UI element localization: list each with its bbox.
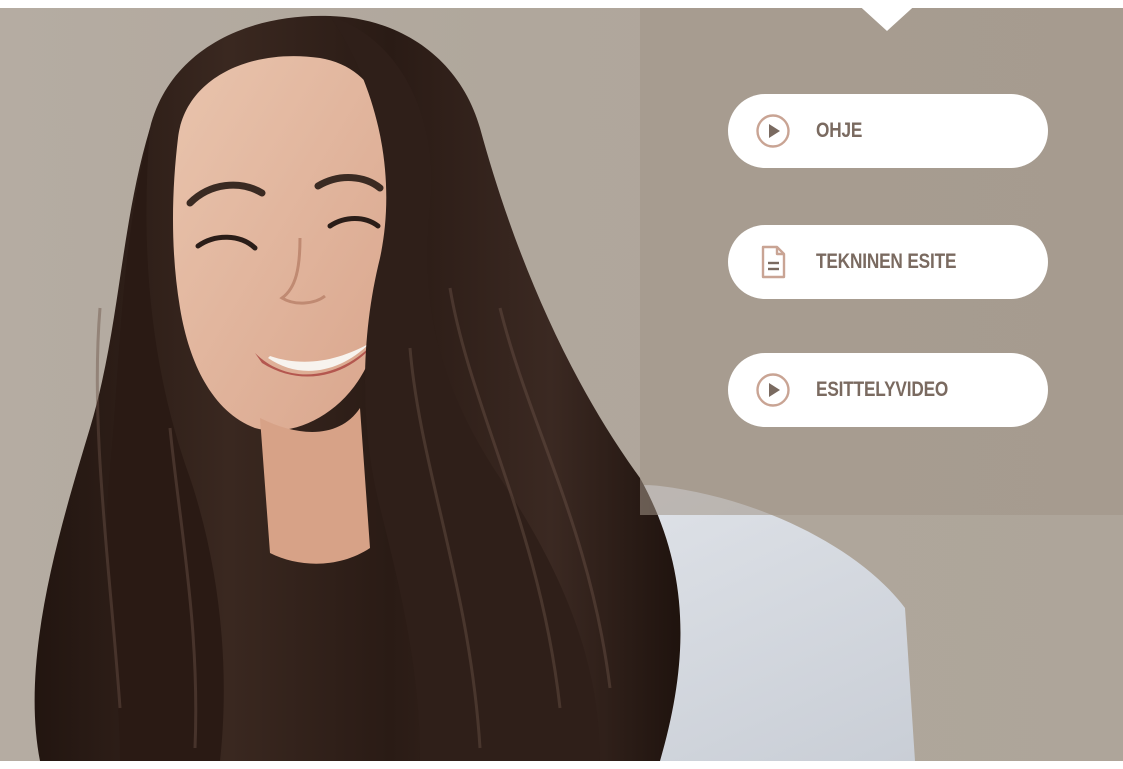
guide-button-label: OHJE	[816, 119, 863, 142]
guide-button[interactable]: OHJE	[728, 94, 1048, 168]
presentation-video-button-label: ESITTELYVIDEO	[816, 378, 949, 401]
presentation-video-button[interactable]: ESITTELYVIDEO	[728, 353, 1048, 427]
panel-pointer	[853, 0, 921, 31]
document-icon	[754, 243, 792, 281]
technical-brochure-button[interactable]: TEKNINEN ESITE	[728, 225, 1048, 299]
play-circle-icon	[754, 112, 792, 150]
play-circle-icon	[754, 371, 792, 409]
technical-brochure-button-label: TEKNINEN ESITE	[816, 250, 957, 273]
